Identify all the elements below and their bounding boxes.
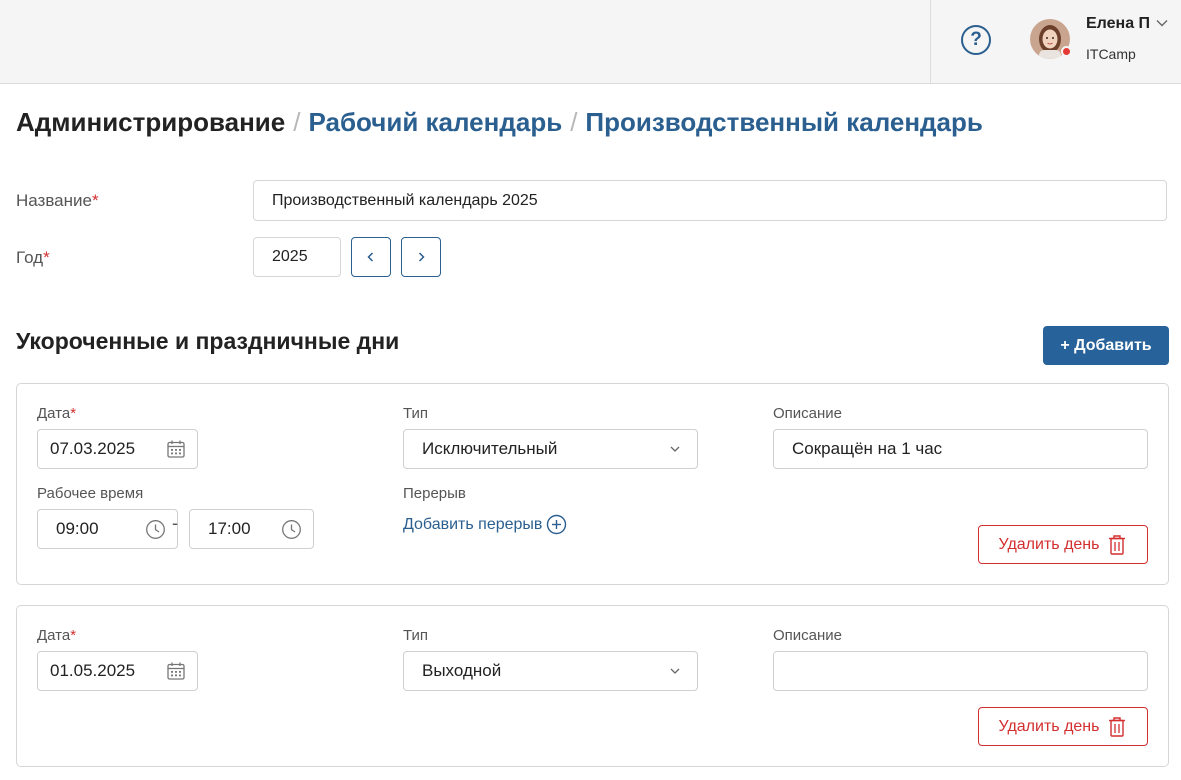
type-label: Тип — [403, 627, 429, 644]
year-label: Год* — [16, 248, 50, 267]
trash-icon — [1109, 716, 1126, 737]
chevron-down-icon — [670, 446, 680, 452]
help-button[interactable]: ? — [961, 25, 991, 55]
breadcrumb-item-production-calendar[interactable]: Производственный календарь — [585, 107, 982, 137]
date-value: 07.03.2025 — [50, 439, 136, 458]
breadcrumb-root: Администрирование — [16, 107, 286, 137]
online-status-dot — [1061, 46, 1072, 57]
year-input[interactable]: 2025 — [253, 237, 341, 277]
type-select[interactable]: Выходной — [403, 651, 698, 691]
chevron-down-icon — [670, 668, 680, 674]
breadcrumb-separator: / — [570, 107, 578, 137]
time-from-input[interactable]: 09:00 — [37, 509, 178, 549]
breadcrumb: Администрирование / Рабочий календарь / Прои… — [16, 107, 983, 138]
date-label: Дата* — [37, 405, 77, 422]
delete-day-button[interactable]: Удалить день — [978, 525, 1148, 564]
add-break-link[interactable]: Добавить перерыв — [403, 514, 567, 535]
type-value: Выходной — [422, 661, 502, 680]
type-value: Исключительный — [422, 439, 558, 458]
day-card: Дата* 07.03.2025 Тип Исключительный Опис… — [16, 383, 1169, 585]
previous-year-button[interactable] — [351, 237, 391, 277]
user-name[interactable]: Елена П — [1086, 15, 1150, 33]
trash-icon — [1109, 534, 1126, 555]
chevron-right-icon — [418, 252, 425, 262]
time-to-input[interactable]: 17:00 — [189, 509, 314, 549]
section-title: Укороченные и праздничные дни — [16, 328, 400, 354]
name-input[interactable]: Производственный календарь 2025 — [253, 180, 1167, 221]
breadcrumb-separator: / — [293, 107, 301, 137]
description-value: Сокращён на 1 час — [792, 439, 943, 458]
user-company: ITCamp — [1086, 46, 1136, 62]
calendar-icon[interactable] — [166, 439, 186, 459]
breadcrumb-item-work-calendar[interactable]: Рабочий календарь — [309, 107, 563, 137]
clock-icon[interactable] — [145, 519, 166, 540]
day-card: Дата* 01.05.2025 Тип Выходной Описание У… — [16, 605, 1169, 767]
time-from-value: 09:00 — [56, 519, 99, 538]
delete-day-label: Удалить день — [998, 717, 1100, 735]
break-label: Перерыв — [403, 485, 466, 502]
date-input[interactable]: 01.05.2025 — [37, 651, 198, 691]
top-bar-divider — [930, 0, 931, 84]
delete-day-label: Удалить день — [998, 535, 1100, 553]
clock-icon[interactable] — [281, 519, 302, 540]
question-circle-icon: ? — [970, 29, 982, 50]
description-label: Описание — [773, 405, 843, 422]
next-year-button[interactable] — [401, 237, 441, 277]
description-label: Описание — [773, 627, 843, 644]
time-to-value: 17:00 — [208, 519, 251, 538]
plus-circle-icon — [547, 514, 567, 535]
calendar-icon[interactable] — [166, 661, 186, 681]
time-range-separator: - — [172, 513, 178, 533]
date-input[interactable]: 07.03.2025 — [37, 429, 198, 469]
description-input[interactable]: Сокращён на 1 час — [773, 429, 1148, 469]
avatar[interactable] — [1030, 19, 1072, 59]
name-label: Название* — [16, 191, 99, 210]
add-day-button[interactable]: + Добавить — [1043, 326, 1169, 365]
date-value: 01.05.2025 — [50, 661, 136, 680]
description-input[interactable] — [773, 651, 1148, 691]
type-select[interactable]: Исключительный — [403, 429, 698, 469]
add-break-label: Добавить перерыв — [403, 515, 543, 533]
top-bar: ? Елена П ITCamp — [0, 0, 1181, 84]
chevron-down-icon[interactable] — [1155, 16, 1169, 30]
delete-day-button[interactable]: Удалить день — [978, 707, 1148, 746]
chevron-left-icon — [367, 252, 374, 262]
work-time-label: Рабочее время — [37, 485, 144, 502]
type-label: Тип — [403, 405, 429, 422]
date-label: Дата* — [37, 627, 77, 644]
